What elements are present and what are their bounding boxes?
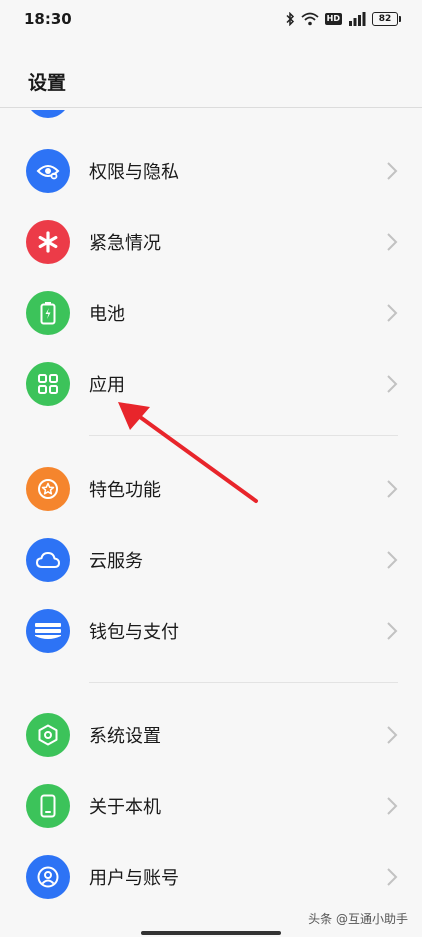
chevron-right-icon — [387, 233, 398, 251]
status-bar: 18:30 HD 82 — [0, 0, 422, 38]
settings-item-privacy[interactable]: 权限与隐私 — [0, 139, 422, 203]
settings-item-label: 电池 — [89, 304, 125, 325]
group-divider — [89, 682, 398, 683]
settings-item-label: 紧急情况 — [89, 233, 161, 254]
status-icons: HD 82 — [285, 12, 401, 26]
chevron-right-icon — [387, 162, 398, 180]
group-divider — [89, 435, 398, 436]
settings-item-label: 钱包与支付 — [89, 622, 179, 643]
settings-item-special-features[interactable]: 特色功能 — [0, 457, 422, 521]
wallet-icon — [26, 609, 70, 653]
bluetooth-icon — [286, 12, 294, 26]
chevron-right-icon — [387, 797, 398, 815]
header-divider — [0, 107, 422, 108]
settings-item-about-phone[interactable]: 关于本机 — [0, 774, 422, 838]
settings-item-label: 应用 — [89, 375, 125, 396]
chevron-right-icon — [387, 551, 398, 569]
emergency-asterisk-icon — [26, 220, 70, 264]
chevron-right-icon — [387, 622, 398, 640]
settings-item-label: 关于本机 — [89, 797, 161, 818]
settings-item-wallet[interactable]: 钱包与支付 — [0, 599, 422, 663]
watermark-text: 头条 @互通小助手 — [308, 912, 408, 926]
battery-icon — [26, 291, 70, 335]
settings-item-battery[interactable]: 电池 — [0, 281, 422, 345]
home-indicator — [141, 931, 281, 935]
chevron-right-icon — [387, 726, 398, 744]
wifi-icon — [301, 12, 319, 26]
settings-item-system-settings[interactable]: 系统设置 — [0, 703, 422, 767]
settings-item-apps[interactable]: 应用 — [0, 352, 422, 416]
battery-indicator: 82 — [372, 12, 401, 26]
settings-item-label: 用户与账号 — [89, 868, 179, 889]
phone-icon — [26, 784, 70, 828]
apps-grid-icon — [26, 362, 70, 406]
settings-item-label: 云服务 — [89, 551, 143, 572]
chevron-right-icon — [387, 480, 398, 498]
settings-item-label: 权限与隐私 — [89, 162, 179, 183]
privacy-eye-icon — [26, 149, 70, 193]
chevron-right-icon — [387, 868, 398, 886]
chevron-right-icon — [387, 375, 398, 393]
watermark: 头条 @互通小助手 — [308, 910, 408, 927]
user-account-icon — [26, 855, 70, 899]
page-title: 设置 — [28, 72, 67, 94]
settings-item-label: 系统设置 — [89, 726, 161, 747]
status-time: 18:30 — [24, 10, 72, 28]
hd-badge: HD — [324, 13, 342, 25]
star-badge-icon — [26, 467, 70, 511]
signal-icon — [349, 12, 366, 26]
settings-item-emergency[interactable]: 紧急情况 — [0, 210, 422, 274]
settings-item-label: 特色功能 — [89, 480, 161, 501]
chevron-right-icon — [387, 304, 398, 322]
system-settings-icon — [26, 713, 70, 757]
settings-item-cloud-service[interactable]: 云服务 — [0, 528, 422, 592]
settings-item-user-account[interactable]: 用户与账号 — [0, 845, 422, 909]
cloud-icon — [26, 538, 70, 582]
